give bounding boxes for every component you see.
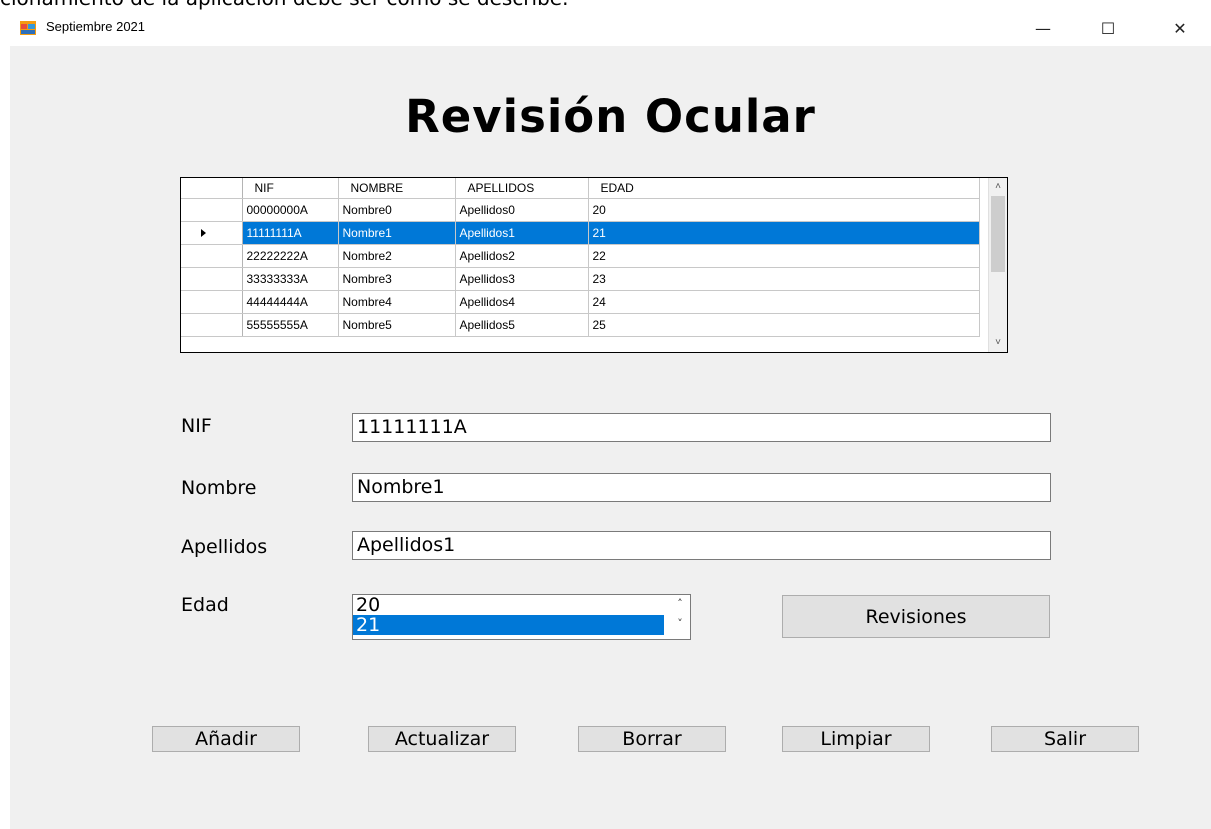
row-header[interactable] [181,267,243,291]
scroll-up-icon[interactable]: ˄ [989,178,1007,196]
close-button[interactable]: ✕ [1157,10,1203,46]
chevron-down-icon[interactable]: ˅ [670,617,690,630]
cell-apellidos[interactable]: Apellidos0 [455,198,589,222]
title-bar[interactable]: Septiembre 2021 — ☐ ✕ [10,10,1211,46]
table-row[interactable]: 44444444A Nombre4 Apellidos4 24 [181,290,980,314]
nombre-field[interactable]: Nombre1 [352,473,1051,502]
table-row[interactable]: 55555555A Nombre5 Apellidos5 25 [181,313,980,337]
scroll-down-icon[interactable]: ˅ [989,334,1007,352]
cell-nombre[interactable]: Nombre3 [338,267,456,291]
cell-apellidos[interactable]: Apellidos4 [455,290,589,314]
cell-nif[interactable]: 55555555A [242,313,339,337]
cell-nif[interactable]: 22222222A [242,244,339,268]
edad-label: Edad [181,594,229,616]
row-header[interactable] [181,290,243,314]
list-item[interactable]: 20 [353,595,664,615]
apellidos-label: Apellidos [181,536,268,558]
cell-nombre[interactable]: Nombre5 [338,313,456,337]
grid-corner-cell [181,178,243,199]
nif-label: NIF [181,415,212,437]
cell-nombre[interactable]: Nombre2 [338,244,456,268]
row-header[interactable] [181,244,243,268]
cell-edad[interactable]: 20 [588,198,980,222]
data-grid[interactable]: NIF NOMBRE APELLIDOS EDAD 00000000A Nomb… [180,177,1008,353]
minimize-button[interactable]: — [1020,10,1066,46]
table-row[interactable]: 33333333A Nombre3 Apellidos3 23 [181,267,980,291]
cell-apellidos[interactable]: Apellidos3 [455,267,589,291]
column-header-nombre[interactable]: NOMBRE [338,178,456,199]
column-header-edad[interactable]: EDAD [588,178,980,199]
cell-apellidos[interactable]: Apellidos1 [455,221,589,245]
cell-nif[interactable]: 44444444A [242,290,339,314]
app-form-icon [20,21,36,35]
cell-nombre[interactable]: Nombre0 [338,198,456,222]
cell-edad[interactable]: 24 [588,290,980,314]
maximize-button[interactable]: ☐ [1085,10,1131,46]
column-header-apellidos[interactable]: APELLIDOS [455,178,589,199]
clear-button[interactable]: Limpiar [782,726,930,752]
cell-nombre[interactable]: Nombre1 [338,221,456,245]
table-row[interactable]: 22222222A Nombre2 Apellidos2 22 [181,244,980,268]
table-row[interactable]: 11111111A Nombre1 Apellidos1 21 [181,221,980,245]
row-header[interactable] [181,313,243,337]
cell-nombre[interactable]: Nombre4 [338,290,456,314]
cell-nif[interactable]: 00000000A [242,198,339,222]
update-button[interactable]: Actualizar [368,726,516,752]
exit-button[interactable]: Salir [991,726,1139,752]
cell-nif[interactable]: 33333333A [242,267,339,291]
list-item-selected[interactable]: 21 [353,615,664,635]
cell-edad[interactable]: 21 [588,221,980,245]
cell-nif[interactable]: 11111111A [242,221,339,245]
scrollbar-thumb[interactable] [991,196,1005,272]
cell-apellidos[interactable]: Apellidos5 [455,313,589,337]
cell-apellidos[interactable]: Apellidos2 [455,244,589,268]
add-button[interactable]: Añadir [152,726,300,752]
row-header[interactable] [181,198,243,222]
cell-edad[interactable]: 22 [588,244,980,268]
column-header-nif[interactable]: NIF [242,178,339,199]
app-window: Septiembre 2021 — ☐ ✕ Revisión Ocular NI… [10,10,1211,829]
background-caption: cionamiento de la aplicación debe ser co… [0,0,568,10]
row-header[interactable] [181,221,243,245]
edad-listbox[interactable]: 20 21 ˄ ˅ [352,594,691,640]
table-row[interactable]: 00000000A Nombre0 Apellidos0 20 [181,198,980,222]
delete-button[interactable]: Borrar [578,726,726,752]
page-title: Revisión Ocular [405,90,816,143]
nombre-label: Nombre [181,477,257,499]
chevron-up-icon[interactable]: ˄ [670,597,690,610]
grid-vertical-scrollbar[interactable]: ˄ ˅ [988,178,1007,352]
window-title: Septiembre 2021 [46,19,146,34]
listbox-scrollbar[interactable]: ˄ ˅ [670,595,690,639]
apellidos-field[interactable]: Apellidos1 [352,531,1051,560]
cell-edad[interactable]: 25 [588,313,980,337]
cell-edad[interactable]: 23 [588,267,980,291]
current-row-arrow-icon [201,229,206,237]
nif-field[interactable]: 11111111A [352,413,1051,442]
grid-header-row: NIF NOMBRE APELLIDOS EDAD [181,178,980,199]
revisiones-button[interactable]: Revisiones [782,595,1050,638]
